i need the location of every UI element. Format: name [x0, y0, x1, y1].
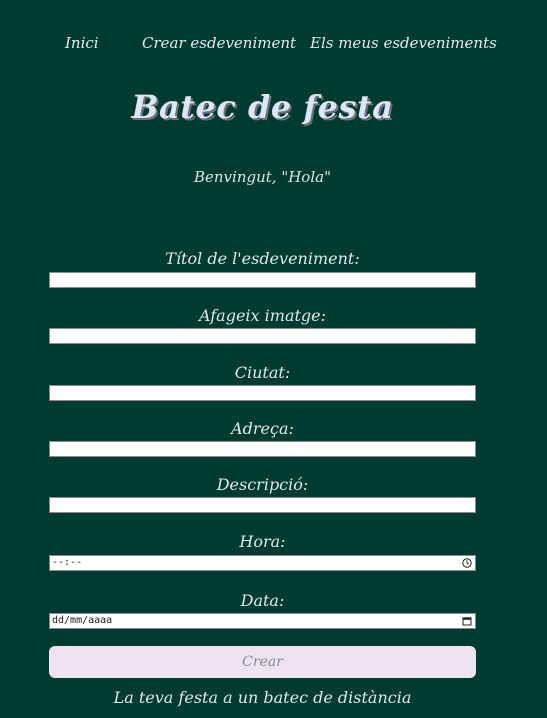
create-button[interactable]: Crear: [49, 646, 476, 678]
description-label: Descripció:: [216, 475, 309, 494]
image-label: Afageix imatge:: [198, 306, 327, 325]
city-label: Ciutat:: [234, 363, 291, 382]
event-title-input[interactable]: [49, 272, 476, 288]
create-event-form: Títol de l'esdeveniment: Afageix imatge:…: [0, 0, 547, 718]
address-label: Adreça:: [231, 419, 294, 438]
clock-icon[interactable]: [462, 558, 472, 568]
footer-tagline: La teva festa a un batec de distància: [113, 688, 412, 707]
event-title-label: Títol de l'esdeveniment:: [165, 249, 360, 268]
time-input[interactable]: --:--: [49, 555, 476, 571]
city-input[interactable]: [49, 385, 476, 401]
image-input[interactable]: [49, 328, 476, 344]
time-placeholder: --:--: [52, 557, 83, 568]
time-label: Hora:: [239, 532, 286, 551]
description-input[interactable]: [49, 497, 476, 513]
date-label: Data:: [240, 591, 285, 610]
address-input[interactable]: [49, 441, 476, 457]
date-input[interactable]: dd/mm/aaaa: [49, 613, 476, 629]
calendar-icon[interactable]: [462, 616, 472, 626]
date-placeholder: dd/mm/aaaa: [52, 615, 113, 626]
